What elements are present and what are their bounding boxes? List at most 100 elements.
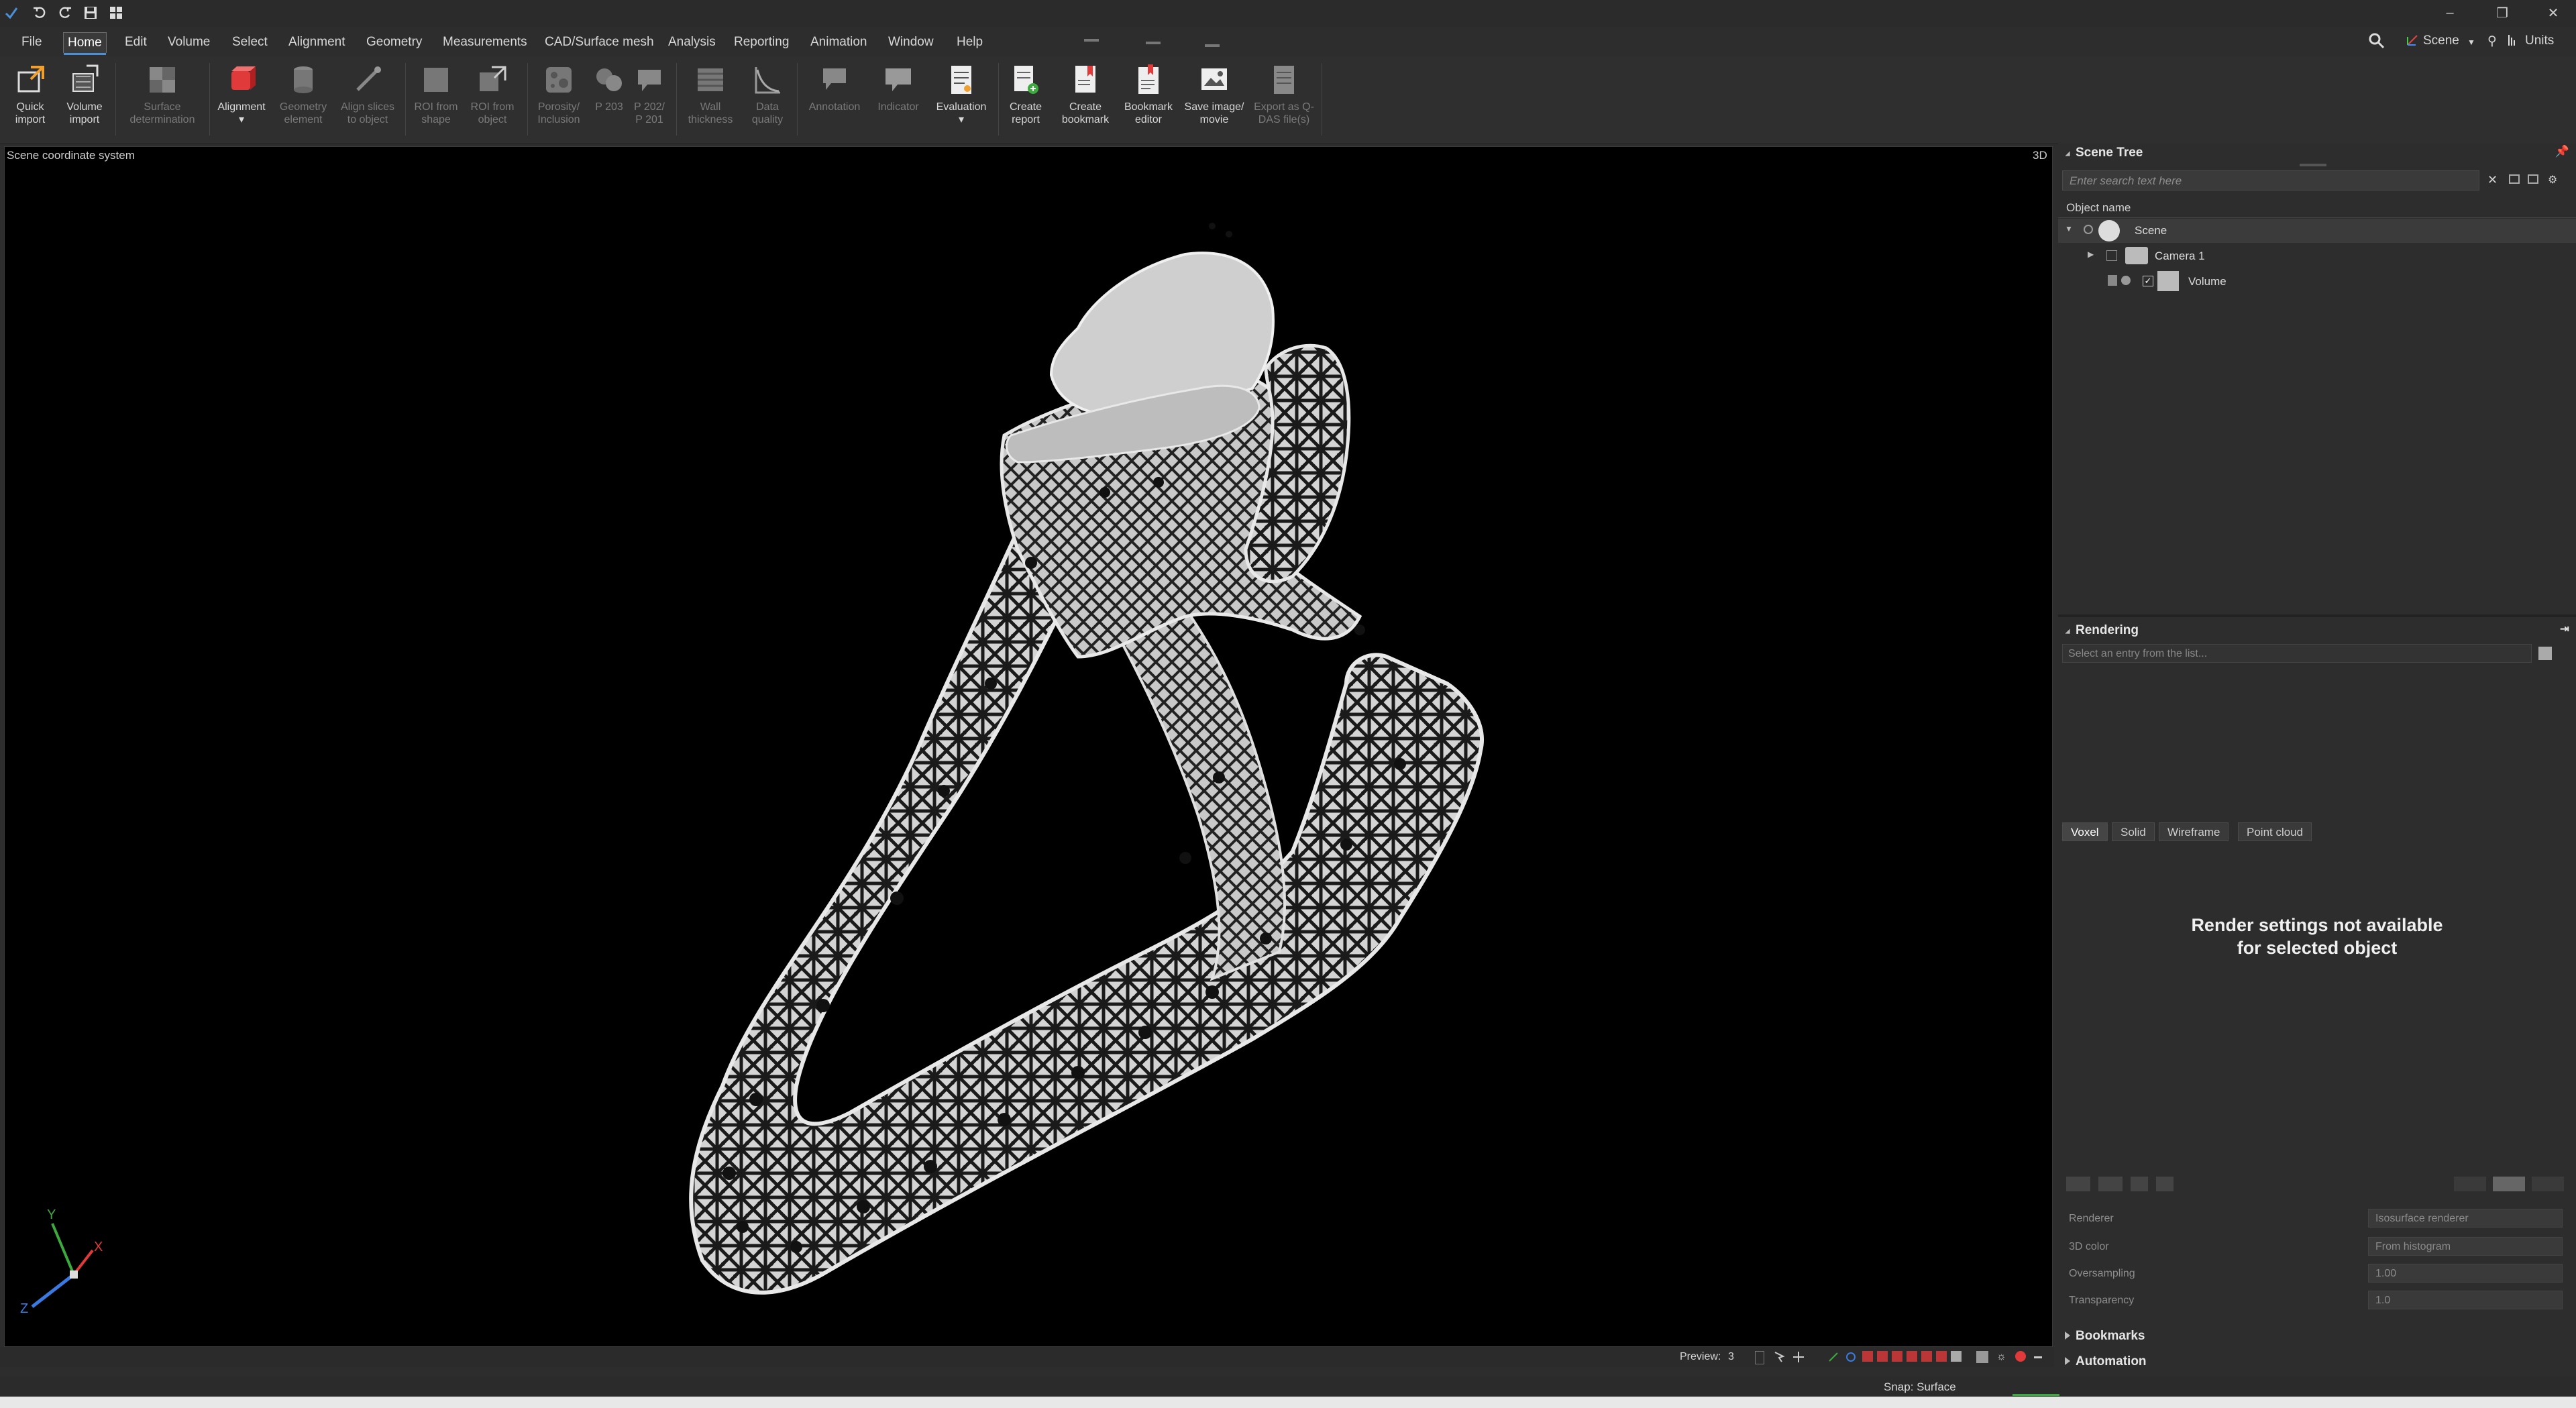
annotation-button[interactable]: Annotation xyxy=(801,63,868,113)
menu-home[interactable]: Home xyxy=(63,32,107,55)
nav-back-icon[interactable] xyxy=(1084,39,1099,42)
move-tool-icon[interactable] xyxy=(1792,1351,1805,1363)
visibility-icon[interactable] xyxy=(2084,225,2093,234)
bookmark-editor-button[interactable]: Bookmark editor xyxy=(1118,63,1179,126)
3d-viewport[interactable] xyxy=(4,146,2053,1347)
preview-spinner[interactable] xyxy=(1755,1351,1764,1364)
menu-volume[interactable]: Volume xyxy=(164,32,214,52)
quick-import-button[interactable]: Quick import xyxy=(7,63,54,126)
histogram-tools[interactable] xyxy=(2454,1177,2568,1193)
menu-analysis[interactable]: Analysis xyxy=(664,32,720,52)
menu-select[interactable]: Select xyxy=(228,32,272,52)
create-bookmark-button[interactable]: Create bookmark xyxy=(1053,63,1118,126)
create-report-label-2: report xyxy=(1012,114,1040,125)
scene-tree-search-input[interactable]: Enter search text here xyxy=(2062,170,2479,191)
lock-icon[interactable] xyxy=(2108,275,2117,286)
pin-icon[interactable]: ⇥ xyxy=(2560,622,2569,636)
menu-file[interactable]: File xyxy=(17,32,46,52)
splitter-handle[interactable] xyxy=(2300,164,2326,166)
menu-help[interactable]: Help xyxy=(953,32,987,52)
porosity-button[interactable]: Porosity/ Inclusion xyxy=(530,63,588,126)
settings-icon[interactable]: ⚙ xyxy=(2548,173,2557,186)
geometry-element-button[interactable]: Geometry element xyxy=(274,63,333,126)
tab-point-cloud[interactable]: Point cloud xyxy=(2238,822,2312,841)
redo-icon[interactable] xyxy=(56,4,74,21)
tree-item-camera[interactable]: ▶ Camera 1 xyxy=(2058,244,2576,268)
menu-measurements[interactable]: Measurements xyxy=(439,32,531,52)
restore-button[interactable]: ❐ xyxy=(2489,3,2516,23)
camera-checkbox[interactable] xyxy=(2106,250,2117,261)
surface-determination-button[interactable]: Surface determination xyxy=(119,63,205,126)
nav-home-icon[interactable] xyxy=(1205,44,1220,47)
chevron-down-icon[interactable]: ▼ xyxy=(2467,38,2475,47)
wall-thickness-button[interactable]: Wall thickness xyxy=(680,63,741,126)
roi-from-shape-button[interactable]: ROI from shape xyxy=(408,63,464,126)
visibility-icon[interactable] xyxy=(2121,276,2131,285)
nav-forward-icon[interactable] xyxy=(1146,42,1161,44)
app-logo-icon[interactable] xyxy=(3,4,20,21)
scene-selector[interactable]: Scene xyxy=(2423,34,2459,48)
filter-icon[interactable] xyxy=(2509,174,2520,184)
indicator-button[interactable]: Indicator xyxy=(868,63,928,113)
save-preset-icon[interactable] xyxy=(2538,647,2552,660)
menu-reporting[interactable]: Reporting xyxy=(730,32,793,52)
p202-button[interactable]: P 202/ P 201 xyxy=(628,63,671,126)
scene-tree-header[interactable]: Scene Tree 📌 xyxy=(2058,144,2576,162)
oversampling-input[interactable]: 1.00 xyxy=(2368,1264,2563,1283)
menu-geometry[interactable]: Geometry xyxy=(362,32,426,52)
bookmarks-header[interactable]: Bookmarks xyxy=(2058,1327,2576,1346)
light-icon[interactable]: ☼ xyxy=(1996,1351,2006,1363)
alignment-button[interactable]: Alignment ▾ xyxy=(213,63,270,126)
rotate-tool-icon[interactable] xyxy=(1845,1351,1857,1363)
menu-animation[interactable]: Animation xyxy=(806,32,871,52)
rendering-header[interactable]: Rendering ⇥ xyxy=(2058,621,2576,640)
minimize-button[interactable]: – xyxy=(2436,3,2463,23)
select-tool-icon[interactable] xyxy=(1774,1351,1786,1363)
create-report-button[interactable]: Create report xyxy=(1002,63,1049,126)
search-icon[interactable] xyxy=(2368,32,2385,53)
record-icon[interactable] xyxy=(2015,1351,2026,1362)
layout-icon[interactable] xyxy=(107,4,125,21)
expand-arrow-icon[interactable]: ▶ xyxy=(2088,250,2094,259)
evaluation-button[interactable]: Evaluation ▾ xyxy=(928,63,994,126)
layout-toggle-icon[interactable] xyxy=(1976,1351,1988,1363)
menu-window[interactable]: Window xyxy=(884,32,938,52)
menu-alignment[interactable]: Alignment xyxy=(284,32,350,52)
tree-item-scene[interactable]: ▼ Scene xyxy=(2058,219,2576,243)
units-menu[interactable]: Units xyxy=(2525,34,2554,48)
export-qdas-button[interactable]: Export as Q- DAS file(s) xyxy=(1249,63,1319,126)
expand-triangle-icon xyxy=(2065,1357,2070,1365)
save-icon[interactable] xyxy=(82,4,99,21)
tab-wireframe[interactable]: Wireframe xyxy=(2159,822,2229,841)
expand-all-icon[interactable] xyxy=(2528,174,2538,184)
p203-button[interactable]: P 203 xyxy=(588,63,631,113)
roi-from-object-button[interactable]: ROI from object xyxy=(464,63,521,126)
transparency-input[interactable]: 1.0 xyxy=(2368,1291,2563,1309)
renderer-select[interactable]: Isosurface renderer xyxy=(2368,1209,2563,1228)
preview-value[interactable]: 3 xyxy=(1728,1351,1734,1363)
panel-splitter[interactable] xyxy=(2058,614,2576,617)
menu-edit[interactable]: Edit xyxy=(121,32,151,52)
transfer-function-tools[interactable] xyxy=(2066,1177,2174,1193)
menu-cad-surface-mesh[interactable]: CAD/Surface mesh xyxy=(541,32,658,52)
align-slices-button[interactable]: Align slices to object xyxy=(335,63,400,126)
volume-checkbox[interactable]: ✓ xyxy=(2143,276,2153,286)
automation-header[interactable]: Automation xyxy=(2058,1352,2576,1371)
pin-icon[interactable]: 📌 xyxy=(2555,145,2569,158)
3d-color-select[interactable]: From histogram xyxy=(2368,1237,2563,1256)
tree-item-volume[interactable]: ✓ Volume xyxy=(2058,270,2576,294)
data-quality-button[interactable]: Data quality xyxy=(741,63,794,126)
save-image-button[interactable]: Save image/ movie xyxy=(1179,63,1249,126)
clear-search-icon[interactable]: ✕ xyxy=(2487,173,2498,187)
tab-solid[interactable]: Solid xyxy=(2112,822,2155,841)
axis-tool-icon[interactable] xyxy=(1827,1351,1839,1363)
view-preset-icons[interactable] xyxy=(1862,1351,1970,1363)
close-button[interactable]: ✕ xyxy=(2540,3,2567,23)
render-preset-select[interactable]: Select an entry from the list... xyxy=(2062,644,2532,663)
pin-icon[interactable]: ⚲ xyxy=(2487,34,2497,49)
tab-voxel[interactable]: Voxel xyxy=(2062,822,2108,841)
expand-arrow-icon[interactable]: ▼ xyxy=(2065,224,2073,233)
volume-import-button[interactable]: Volume import xyxy=(59,63,110,126)
collapse-icon[interactable] xyxy=(2034,1356,2042,1358)
undo-icon[interactable] xyxy=(31,4,48,21)
